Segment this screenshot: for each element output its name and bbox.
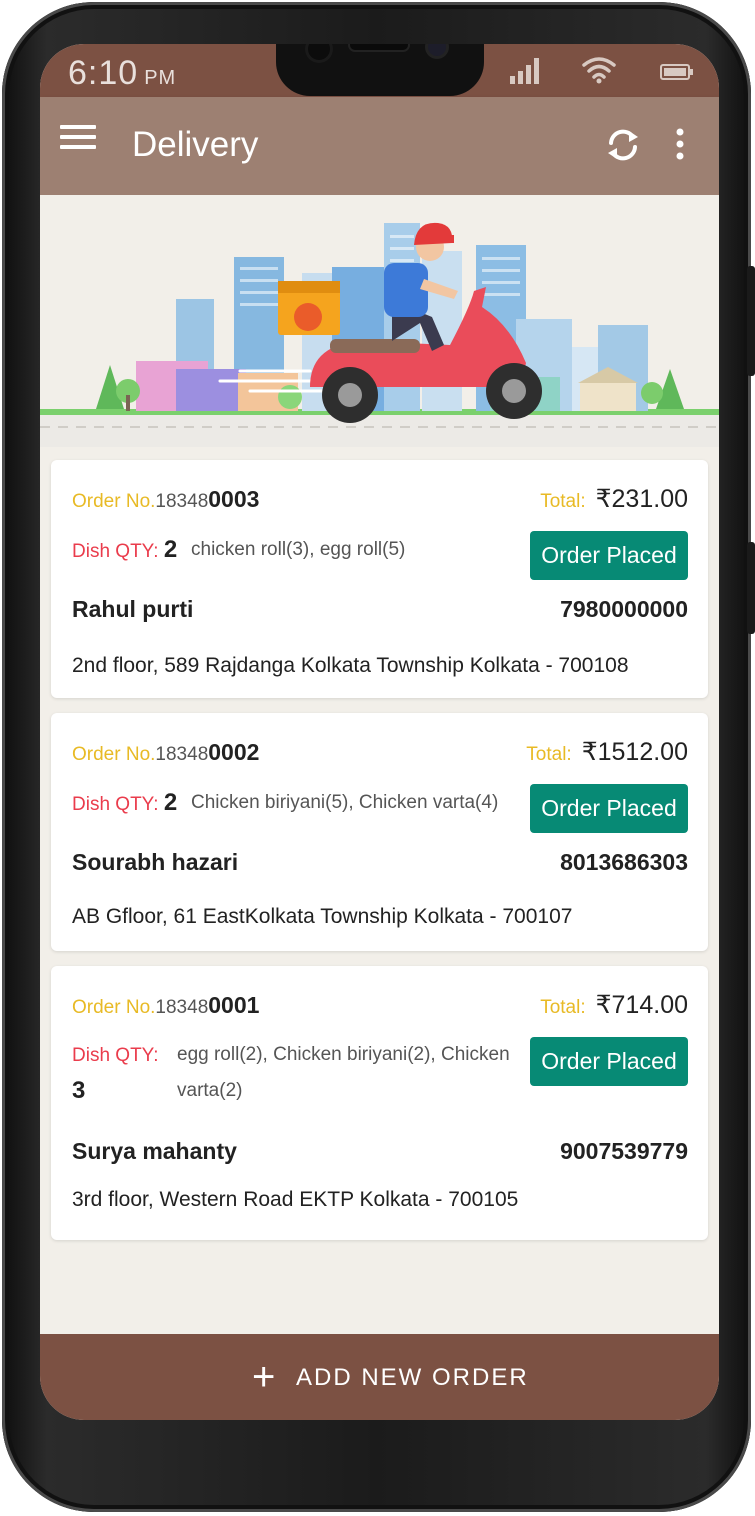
add-new-order-label: ADD NEW ORDER (296, 1364, 529, 1391)
customer-address: 2nd floor, 589 Rajdanga Kolkata Township… (72, 654, 629, 677)
speaker-grille (350, 44, 408, 50)
app-bar: Delivery (40, 97, 719, 195)
notch (276, 44, 484, 96)
order-card[interactable]: Order No.183480002 Total: ₹1512.00 Dish Q… (51, 713, 708, 951)
customer-phone[interactable]: 8013686303 (560, 849, 688, 876)
order-number: Order No.183480001 (72, 992, 260, 1018)
delivery-banner-illustration (40, 195, 719, 447)
dish-qty-label: Dish QTY: (72, 1045, 159, 1066)
signal-icon (510, 58, 539, 84)
menu-button[interactable] (60, 125, 96, 153)
plus-icon: + (252, 1355, 276, 1399)
dish-qty-value: 3 (72, 1077, 86, 1104)
front-camera-icon (308, 44, 330, 60)
order-card[interactable]: Order No.183480001 Total: ₹714.00 Dish QT… (51, 966, 708, 1240)
order-total: Total: ₹714.00 (540, 991, 688, 1019)
status-time: 6:10 PM (68, 54, 177, 92)
dish-items: egg roll(2), Chicken biriyani(2), Chicke… (177, 1037, 510, 1109)
dish-qty: Dish QTY: 2 (72, 536, 178, 563)
more-options-icon[interactable] (668, 127, 692, 163)
phone-frame: 6:10 PM Delivery Order No.183480003 Tota… (2, 2, 755, 1512)
screen: 6:10 PM Delivery Order No.183480003 Tota… (40, 44, 719, 1420)
order-number: Order No.183480002 (72, 739, 260, 765)
refresh-icon[interactable] (603, 125, 643, 165)
add-new-order-button[interactable]: + ADD NEW ORDER (40, 1334, 719, 1420)
order-total: Total: ₹1512.00 (526, 738, 688, 766)
order-status-button[interactable]: Order Placed (530, 1037, 688, 1086)
order-status-button[interactable]: Order Placed (530, 531, 688, 580)
power-button (747, 542, 755, 634)
customer-name: Rahul purti (72, 596, 194, 622)
dish-items: Chicken biriyani(5), Chicken varta(4) (191, 792, 499, 813)
customer-name: Surya mahanty (72, 1138, 237, 1164)
customer-address: 3rd floor, Western Road EKTP Kolkata - 7… (72, 1188, 519, 1211)
dish-qty: Dish QTY: 2 (72, 789, 178, 816)
dish-items-line: varta(2) (177, 1080, 243, 1101)
order-card[interactable]: Order No.183480003 Total: ₹231.00 Dish QT… (51, 460, 708, 698)
page-title: Delivery (132, 125, 259, 164)
customer-address: AB Gfloor, 61 EastKolkata Township Kolka… (72, 905, 573, 928)
battery-icon (660, 64, 693, 80)
customer-name: Sourabh hazari (72, 849, 239, 875)
dish-items: chicken roll(3), egg roll(5) (191, 539, 406, 560)
wifi-icon (582, 57, 616, 84)
status-bar: 6:10 PM (40, 44, 719, 97)
order-total: Total: ₹231.00 (540, 485, 688, 513)
sensor-icon (428, 44, 446, 56)
order-number: Order No.183480003 (72, 486, 260, 512)
customer-phone[interactable]: 9007539779 (560, 1138, 688, 1165)
volume-button (747, 266, 755, 376)
dish-items-line: egg roll(2), Chicken biriyani(2), Chicke… (177, 1044, 510, 1065)
customer-phone[interactable]: 7980000000 (560, 596, 688, 623)
order-status-button[interactable]: Order Placed (530, 784, 688, 833)
